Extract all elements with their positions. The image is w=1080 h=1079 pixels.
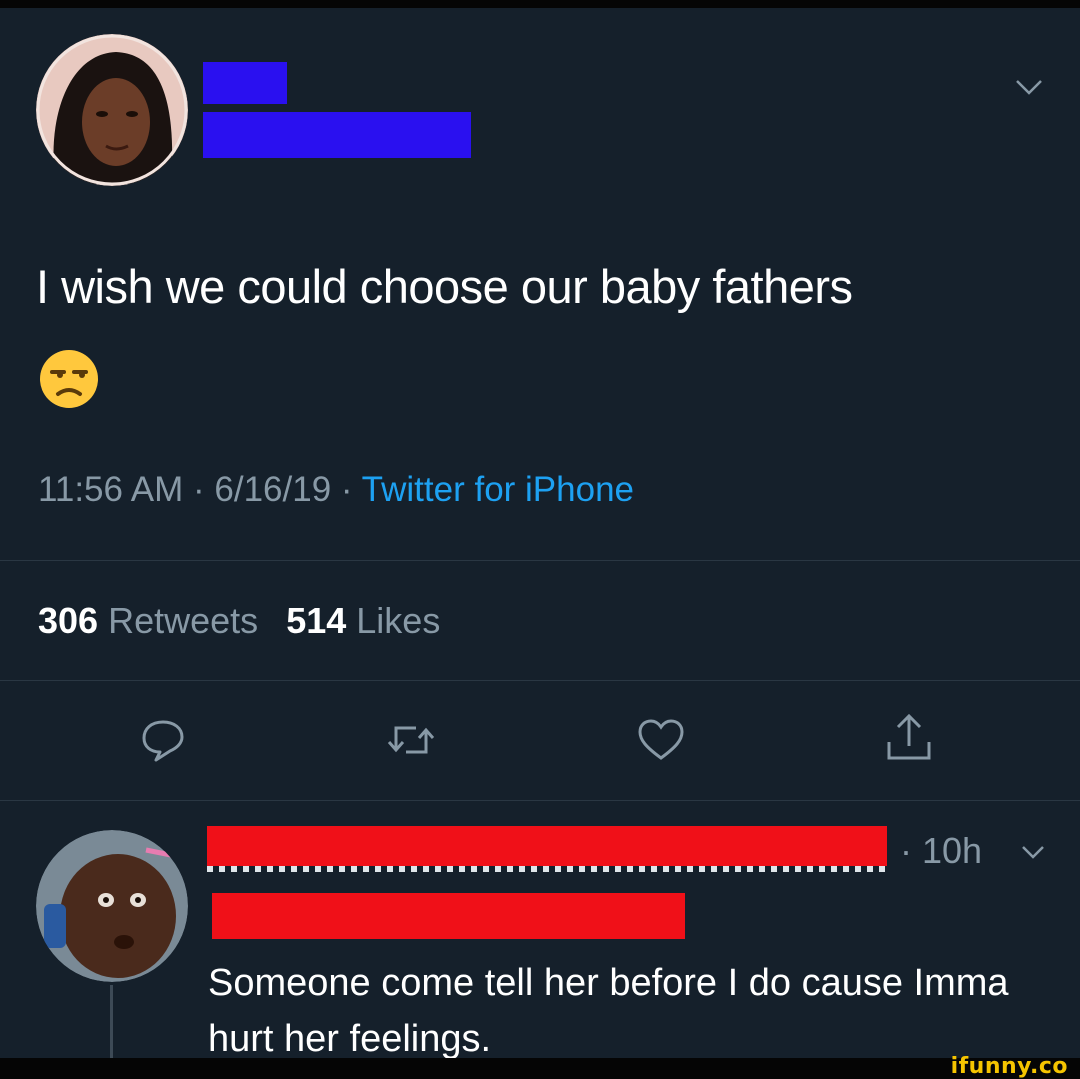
like-heart-icon[interactable] (636, 718, 686, 767)
tweet-date: 6/16/19 (214, 470, 332, 509)
reply-timestamp: · 10h (900, 830, 983, 871)
tweet-text: I wish we could choose our baby fathers (36, 260, 853, 313)
reply-author-avatar[interactable] (36, 830, 188, 982)
redacted-display-name (203, 62, 287, 104)
tweet-time: 11:56 AM (38, 470, 184, 509)
tweet-source-link[interactable]: Twitter for iPhone (362, 470, 634, 509)
redacted-reply-name (207, 826, 887, 866)
tweet-meta: 11:56 AM · 6/16/19 · Twitter for iPhone (38, 470, 634, 510)
divider (0, 800, 1080, 801)
reply-icon[interactable] (140, 718, 186, 767)
reply-text: Someone come tell her before I do cause … (208, 962, 1009, 1060)
ifunny-watermark: ifunny.co (950, 1054, 1068, 1079)
redacted-reply-handle-fragment (207, 866, 887, 872)
divider (0, 680, 1080, 681)
top-border (0, 0, 1080, 8)
reply-chevron-down-icon[interactable] (1020, 844, 1046, 865)
unamused-face-emoji (38, 348, 100, 415)
meta-separator: · (340, 470, 353, 509)
thread-line (110, 985, 113, 1065)
retweet-icon[interactable] (386, 720, 436, 765)
tweet-stats: 306 Retweets 514 Likes (38, 600, 440, 642)
likes-count[interactable]: 514 (286, 600, 346, 641)
retweets-count[interactable]: 306 (38, 600, 98, 641)
divider (0, 560, 1080, 561)
meta-separator: · (193, 470, 205, 509)
retweets-label[interactable]: Retweets (108, 600, 258, 641)
redacted-replying-to (212, 893, 685, 939)
redacted-handle (203, 112, 471, 158)
bottom-border (0, 1058, 1080, 1079)
chevron-down-icon[interactable] (1014, 78, 1044, 101)
likes-label[interactable]: Likes (356, 600, 440, 641)
author-avatar[interactable] (36, 34, 188, 186)
share-icon[interactable] (884, 712, 934, 769)
